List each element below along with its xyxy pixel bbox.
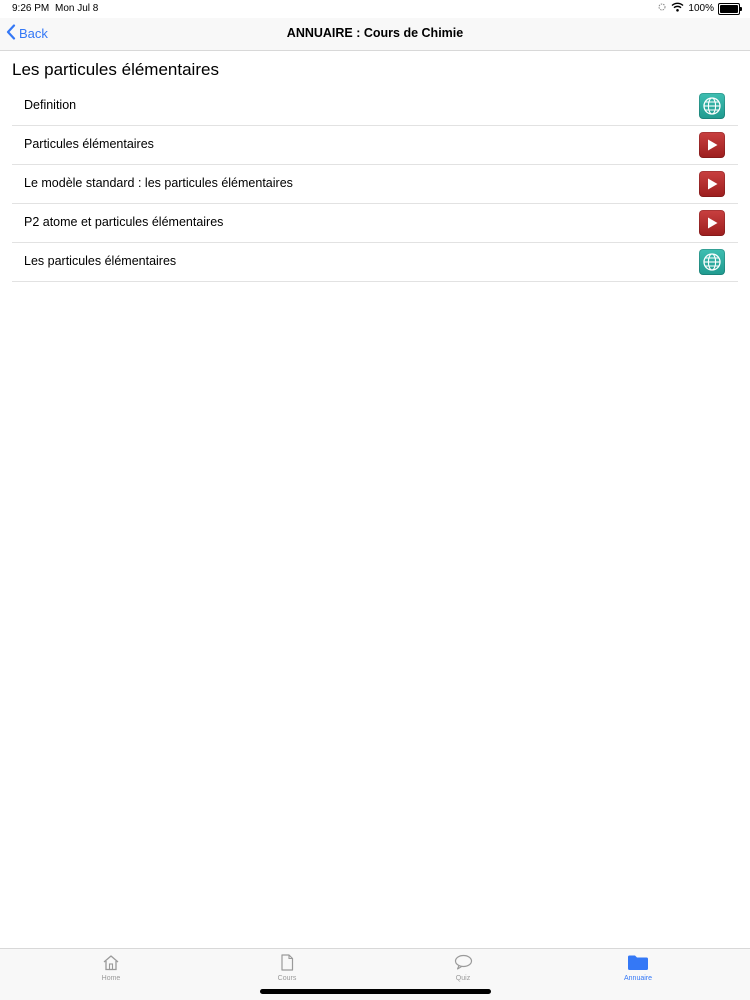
status-right: 100% bbox=[657, 2, 742, 15]
video-play-icon[interactable] bbox=[699, 132, 725, 158]
list-item[interactable]: P2 atome et particules élémentaires bbox=[12, 204, 738, 243]
list-item-label: Definition bbox=[24, 98, 77, 112]
resource-list: Definition Particules élémentaires Le mo… bbox=[12, 87, 738, 282]
list-item-label: Particules élémentaires bbox=[24, 137, 154, 151]
nav-title: ANNUAIRE : Cours de Chimie bbox=[286, 26, 464, 40]
video-play-icon[interactable] bbox=[699, 210, 725, 236]
list-item[interactable]: Particules élémentaires bbox=[12, 126, 738, 165]
list-item-label: Les particules élémentaires bbox=[24, 254, 177, 268]
battery-percent: 100% bbox=[688, 3, 714, 14]
list-item-label: Le modèle standard : les particules élém… bbox=[24, 176, 293, 190]
folder-icon bbox=[627, 954, 649, 973]
tab-annuaire[interactable]: Annuaire bbox=[598, 954, 678, 982]
status-bar: 9:26 PM Mon Jul 8 100% bbox=[0, 0, 750, 18]
battery-icon bbox=[718, 2, 742, 15]
home-icon bbox=[102, 954, 120, 973]
tab-label: Annuaire bbox=[623, 975, 653, 982]
section-title: Les particules élémentaires bbox=[12, 60, 219, 79]
list-item-label: P2 atome et particules élémentaires bbox=[24, 215, 224, 229]
tab-label: Home bbox=[101, 975, 121, 982]
tab-quiz[interactable]: Quiz bbox=[423, 954, 503, 982]
tab-label: Cours bbox=[277, 975, 297, 982]
tab-label: Quiz bbox=[455, 975, 471, 982]
home-indicator[interactable] bbox=[260, 989, 491, 994]
globe-icon[interactable] bbox=[699, 93, 725, 119]
speech-bubble-icon bbox=[454, 954, 473, 973]
video-play-icon[interactable] bbox=[699, 171, 725, 197]
navigation-bar: Back ANNUAIRE : Cours de Chimie bbox=[0, 18, 750, 51]
status-time: 9:26 PM bbox=[12, 3, 50, 14]
wifi-icon bbox=[671, 2, 684, 15]
list-item[interactable]: Definition bbox=[12, 87, 738, 126]
app-screen: 9:26 PM Mon Jul 8 100% Back ANNUAIRE: C… bbox=[0, 0, 750, 1000]
document-icon bbox=[280, 954, 294, 973]
globe-icon[interactable] bbox=[699, 249, 725, 275]
activity-icon bbox=[657, 2, 667, 15]
list-item[interactable]: Les particules élémentaires bbox=[12, 243, 738, 282]
tab-cours[interactable]: Cours bbox=[247, 954, 327, 982]
tab-home[interactable]: Home bbox=[71, 954, 151, 982]
list-item[interactable]: Le modèle standard : les particules élém… bbox=[12, 165, 738, 204]
status-date: Mon Jul 8 bbox=[55, 3, 99, 14]
